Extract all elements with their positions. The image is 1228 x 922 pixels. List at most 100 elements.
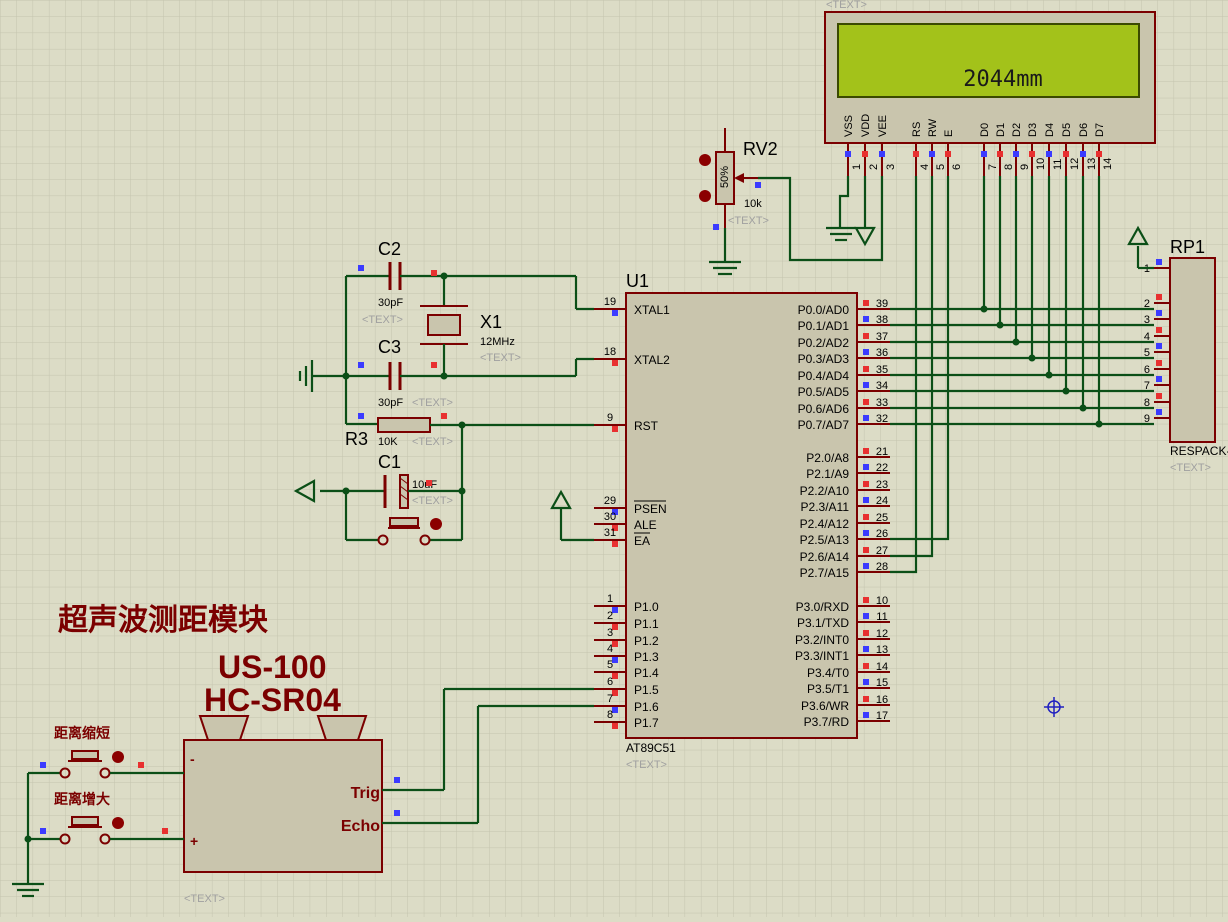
rp1-ref: RP1 xyxy=(1170,237,1205,257)
sensor-model: US-100 xyxy=(218,649,327,685)
c1-value: 10uF xyxy=(412,479,437,491)
mcu-pin-label: EA xyxy=(634,534,650,548)
lcd-pin-label: D3 xyxy=(1027,123,1039,137)
rv2-value: 10k xyxy=(744,198,762,210)
mcu-pin-label: PSEN xyxy=(634,502,667,516)
c1-text-placeholder: <TEXT> xyxy=(412,495,453,507)
lcd-pin-number: 1 xyxy=(851,164,863,170)
mcu-pin-number: 14 xyxy=(876,661,888,673)
mcu-pin-number: 7 xyxy=(607,693,613,705)
mcu-pin-label: P3.4/T0 xyxy=(807,666,849,680)
mcu-pin-label: P3.3/INT1 xyxy=(795,649,849,663)
wire-junction xyxy=(1045,371,1053,379)
lcd-pin-number: 8 xyxy=(1003,164,1015,170)
mcu-pin-number: 37 xyxy=(876,331,888,343)
lcd-pin-number: 6 xyxy=(951,164,963,170)
mcu-pin-label: P3.5/T1 xyxy=(807,682,849,696)
c2-value: 30pF xyxy=(378,297,403,309)
lcd-pin-number: 14 xyxy=(1102,158,1114,170)
mcu-pin-label: P1.2 xyxy=(634,634,659,648)
longer-button-icon[interactable] xyxy=(112,817,124,829)
mcu-pin-number: 30 xyxy=(604,511,616,523)
rv2-down-icon[interactable] xyxy=(699,190,711,202)
c2-text-placeholder: <TEXT> xyxy=(362,314,403,326)
x1-ref: X1 xyxy=(480,312,502,332)
mcu-pin-number: 2 xyxy=(607,610,613,622)
lcd-pin-label: D0 xyxy=(979,123,991,137)
lcd-pin-number: 7 xyxy=(987,164,999,170)
wire-junction xyxy=(1012,338,1020,346)
schematic-canvas[interactable]: <TEXT> 2044mm VSS 1 VDD 2 VEE 3 RS 4 RW 5 E 6 D0 7 D1 8… xyxy=(0,0,1228,917)
lcd-pin-number: 12 xyxy=(1069,158,1081,170)
mcu-pin-label: P1.0 xyxy=(634,600,659,614)
lcd-display-text: 2044mm xyxy=(963,67,1042,92)
module-title: 超声波测距模块 xyxy=(58,604,268,637)
lcd-pin-number: 5 xyxy=(935,164,947,170)
x1-text-placeholder: <TEXT> xyxy=(480,352,521,364)
sensor-pin-plus: + xyxy=(190,833,198,849)
lcd-pin-label: VSS xyxy=(843,115,855,137)
mcu-pin-number: 39 xyxy=(876,298,888,310)
mcu-pin-number: 3 xyxy=(607,627,613,639)
mcu-pin-label: XTAL1 xyxy=(634,303,670,317)
transducer-left-icon xyxy=(198,715,250,741)
lcd-pin-number: 11 xyxy=(1052,159,1064,170)
btn-longer-label: 距离增大 xyxy=(54,791,110,807)
lcd-pin-number: 10 xyxy=(1035,158,1047,170)
mcu-pin-number: 17 xyxy=(876,710,888,722)
r3-value: 10K xyxy=(378,436,398,448)
mcu-pin-label: P0.0/AD0 xyxy=(798,303,850,317)
x1-value: 12MHz xyxy=(480,336,515,348)
distance-longer-button[interactable] xyxy=(71,816,99,826)
crystal-x1-body xyxy=(427,314,461,336)
mcu-ref: U1 xyxy=(626,271,649,291)
wire-junction xyxy=(996,321,1004,329)
mcu-pin-number: 31 xyxy=(604,527,616,539)
sensor-text-placeholder: <TEXT> xyxy=(184,893,225,905)
mcu-pin-label: P2.4/A12 xyxy=(800,517,850,531)
transducer-right-icon xyxy=(316,715,368,741)
mcu-pin-label: P1.7 xyxy=(634,716,659,730)
mcu-pin-label: P0.7/AD7 xyxy=(798,418,850,432)
mcu-pin-number: 33 xyxy=(876,397,888,409)
mcu-pin-number: 21 xyxy=(876,446,888,458)
lcd-pin-label: D1 xyxy=(995,123,1007,137)
lcd-pin-label: VEE xyxy=(877,115,889,137)
reset-button-icon[interactable] xyxy=(430,518,442,530)
mcu-pin-number: 13 xyxy=(876,644,888,656)
mcu-pin-number: 12 xyxy=(876,628,888,640)
mcu-pin-number: 28 xyxy=(876,561,888,573)
distance-shorter-button[interactable] xyxy=(71,750,99,760)
mcu-pin-label: P3.7/RD xyxy=(804,715,850,729)
mcu-pin-number: 35 xyxy=(876,364,888,376)
rp1-part: RESPACK-8 xyxy=(1170,444,1228,458)
mcu-pin-label: P2.1/A9 xyxy=(806,467,849,481)
reset-button[interactable] xyxy=(389,517,419,527)
shorter-button-icon[interactable] xyxy=(112,751,124,763)
mcu-text-placeholder: <TEXT> xyxy=(626,759,667,771)
c3-ref: C3 xyxy=(378,337,401,357)
mcu-pin-label: P1.6 xyxy=(634,700,659,714)
mcu-pin-label: ALE xyxy=(634,518,657,532)
mcu-pin-label: P0.1/AD1 xyxy=(798,319,850,333)
lcd-text-placeholder: <TEXT> xyxy=(826,0,867,11)
rp1-body xyxy=(1169,257,1216,443)
c3-text-placeholder: <TEXT> xyxy=(412,397,453,409)
sensor-body xyxy=(183,739,383,873)
mcu-pin-label: P1.1 xyxy=(634,617,659,631)
mcu-pin-number: 19 xyxy=(604,296,616,308)
wire-junction xyxy=(1028,354,1036,362)
lcd-pin-number: 13 xyxy=(1086,158,1098,170)
mcu-pin-number: 24 xyxy=(876,495,888,507)
mcu-pin-number: 5 xyxy=(607,659,613,671)
rv2-text-placeholder: <TEXT> xyxy=(728,215,769,227)
lcd-pin-label: D4 xyxy=(1044,123,1056,137)
mcu-pin-label: P0.6/AD6 xyxy=(798,402,850,416)
mcu-pin-label: P3.0/RXD xyxy=(796,600,850,614)
rv2-up-icon[interactable] xyxy=(699,154,711,166)
mcu-pin-label: XTAL2 xyxy=(634,353,670,367)
mcu-pin-label: P2.6/A14 xyxy=(800,550,850,564)
sensor-pin-minus: - xyxy=(190,751,195,767)
lcd-pin-number: 3 xyxy=(885,164,897,170)
mcu-pin-label: P3.2/INT0 xyxy=(795,633,849,647)
